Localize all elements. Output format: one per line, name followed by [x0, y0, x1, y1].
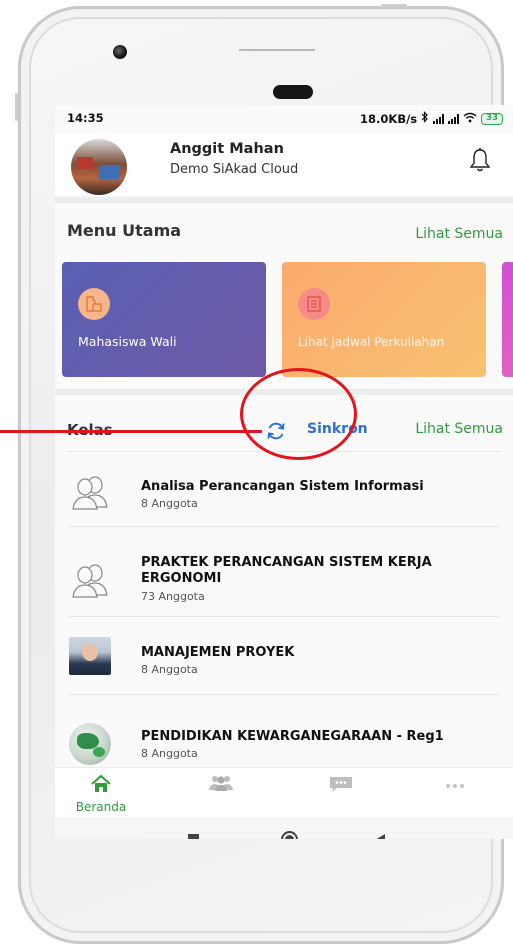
divider — [69, 526, 499, 527]
home-button[interactable] — [281, 831, 298, 839]
nav-chat[interactable] — [311, 774, 371, 798]
menu-card-label: Mahasiswa Wali — [78, 334, 177, 349]
section-divider — [55, 197, 513, 203]
menu-card-partial[interactable] — [502, 262, 513, 377]
network-speed: 18.0KB/s — [360, 111, 418, 126]
menu-card-mahasiswa-wali[interactable]: Mahasiswa Wali — [62, 262, 266, 377]
app-screen: 14:35 18.0KB/s 33 Anggit Mahan Demo SiAk… — [55, 105, 513, 839]
group-icon — [72, 476, 108, 510]
people-icon — [209, 776, 233, 791]
nav-beranda[interactable]: Beranda — [71, 774, 131, 814]
bell-icon[interactable] — [469, 147, 491, 173]
puzzle-icon — [78, 288, 110, 320]
profile-subtitle: Demo SiAkad Cloud — [170, 162, 299, 177]
bluetooth-icon — [421, 111, 429, 126]
class-members: 73 Anggota — [141, 590, 205, 603]
menu-card-jadwal-perkuliahan[interactable]: Lihat Jadwal Perkuliahan — [282, 262, 486, 377]
nav-label: Beranda — [75, 800, 127, 814]
home-icon — [91, 774, 111, 792]
class-title: Analisa Perancangan Sistem Informasi — [141, 479, 424, 494]
phone-top-button — [381, 4, 407, 7]
class-list-item[interactable]: MANAJEMEN PROYEK 8 Anggota — [55, 617, 513, 695]
class-title: PRAKTEK PERANCANGAN SISTEM KERJA ERGONOM… — [141, 555, 432, 586]
class-list-item[interactable]: Analisa Perancangan Sistem Informasi 8 A… — [55, 457, 513, 527]
menu-card-label-text: Lihat Jadwal Perkuliahan — [298, 335, 445, 349]
menu-utama-heading: Menu Utama — [67, 221, 182, 240]
status-time: 14:35 — [67, 111, 104, 125]
sensor-line — [239, 49, 315, 51]
recents-button[interactable] — [188, 834, 199, 839]
more-icon — [446, 784, 464, 788]
front-camera — [113, 45, 127, 59]
status-bar: 14:35 18.0KB/s 33 — [55, 105, 513, 131]
kelas-see-all-link[interactable]: Lihat Semua — [415, 421, 503, 437]
chat-icon — [330, 777, 352, 792]
annotation-highlight-circle — [240, 368, 357, 460]
system-navigation-bar — [55, 817, 513, 839]
annotation-arrow-line — [0, 430, 262, 433]
signal-icon — [433, 113, 445, 124]
back-button[interactable] — [375, 834, 385, 839]
battery-indicator: 33 — [481, 112, 503, 125]
status-indicators: 18.0KB/s 33 — [360, 111, 503, 126]
avatar[interactable] — [71, 139, 127, 195]
schedule-list-icon — [298, 288, 330, 320]
profile-name: Anggit Mahan — [170, 141, 284, 157]
group-icon — [72, 564, 108, 598]
class-title: MANAJEMEN PROYEK — [141, 645, 295, 660]
phone-frame: 14:35 18.0KB/s 33 Anggit Mahan Demo SiAk… — [15, 4, 513, 944]
class-list-item[interactable]: PENDIDIKAN KEWARGANEGARAAN - Reg1 8 Angg… — [55, 695, 513, 767]
menu-see-all-link[interactable]: Lihat Semua — [415, 226, 503, 242]
phone-side-button — [15, 93, 18, 121]
class-title: PENDIDIKAN KEWARGANEGARAAN - Reg1 — [141, 729, 444, 744]
earpiece-speaker — [273, 85, 313, 99]
class-members: 8 Anggota — [141, 497, 198, 510]
menu-card-label: Lihat Jadwal Perkuliahan — [298, 334, 448, 350]
bottom-navigation: Beranda — [55, 767, 513, 817]
class-thumbnail-photo — [69, 637, 111, 675]
class-list-item[interactable]: PRAKTEK PERANCANGAN SISTEM KERJA ERGONOM… — [55, 529, 513, 617]
class-members: 8 Anggota — [141, 747, 198, 760]
signal-icon-2 — [448, 113, 460, 124]
class-thumbnail-globe — [69, 723, 111, 765]
wifi-icon — [463, 112, 477, 126]
nav-people[interactable] — [191, 774, 251, 796]
class-members: 8 Anggota — [141, 663, 198, 676]
profile-header[interactable]: Anggit Mahan Demo SiAkad Cloud — [55, 133, 513, 195]
nav-more[interactable] — [425, 774, 485, 798]
